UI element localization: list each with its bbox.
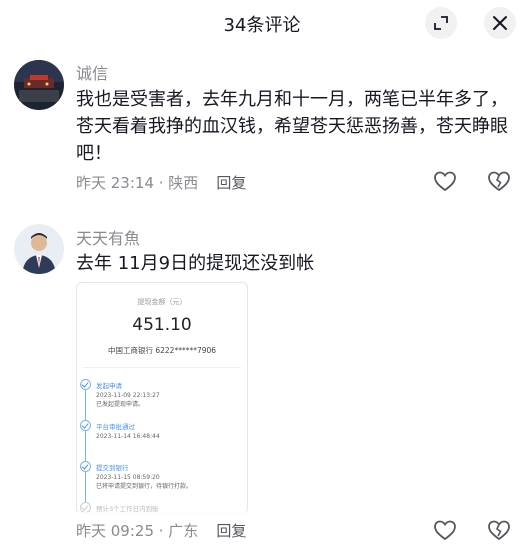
comment-username[interactable]: 天天有魚	[76, 225, 140, 249]
close-button[interactable]	[484, 7, 516, 39]
avatar[interactable]	[14, 60, 64, 110]
reply-button[interactable]: 回复	[216, 522, 246, 540]
receipt-title: 提现金额（元）	[137, 298, 187, 306]
check-circle-icon	[80, 379, 91, 390]
expand-icon	[434, 16, 448, 30]
comment-meta: 昨天 23:14 · 陕西 回复	[76, 172, 246, 193]
check-circle-icon	[80, 420, 91, 431]
timeline-line	[85, 389, 86, 513]
comment-username[interactable]: 诚信	[76, 60, 108, 84]
timeline-step-time: 2023-11-09 22:13:27	[96, 392, 160, 399]
comment-text: 去年 11月9日的提现还没到帐	[76, 253, 315, 274]
close-icon	[493, 16, 507, 30]
comment-time-location: 昨天 23:14 · 陕西	[76, 174, 199, 192]
heart-outline-icon[interactable]	[433, 170, 457, 192]
timeline-step-time: 2023-11-14 16:48:44	[96, 433, 160, 440]
comment-text: 我也是受害者，去年九月和十一月，两笔已半年多了，苍天看着我挣的血汉钱，希望苍天惩…	[76, 89, 508, 164]
check-circle-icon	[80, 461, 91, 472]
comment-image-withdrawal-receipt[interactable]: 提现金额（元） 451.10 中国工商银行 6222******7906 发起申…	[76, 282, 248, 514]
comments-header: 34条评论	[0, 0, 524, 46]
broken-heart-icon[interactable]	[487, 170, 511, 192]
timeline-step-time: 2023-11-15 08:59:20	[96, 474, 160, 481]
broken-heart-icon[interactable]	[487, 519, 511, 541]
comment-meta: 昨天 09:25 · 广东 回复	[76, 520, 246, 541]
timeline-step-label: 平台审批通过	[96, 423, 135, 431]
avatar-image	[14, 224, 64, 274]
avatar-image	[14, 60, 64, 110]
timeline-step-desc: 已发起提现申请。	[96, 401, 145, 408]
reply-button[interactable]: 回复	[216, 174, 246, 192]
expand-button[interactable]	[425, 7, 457, 39]
timeline-step-label: 发起申请	[96, 382, 122, 390]
timeline-step-desc: 已将申请提交到银行，待银行打款。	[96, 483, 193, 490]
receipt-divider	[83, 367, 241, 368]
comment-time-location: 昨天 09:25 · 广东	[76, 522, 199, 540]
heart-outline-icon[interactable]	[433, 519, 457, 541]
receipt-amount: 451.10	[132, 315, 192, 335]
receipt-bank: 中国工商银行 6222******7906	[107, 346, 217, 355]
avatar[interactable]	[14, 224, 64, 274]
timeline-step-label: 提交到银行	[96, 464, 129, 472]
